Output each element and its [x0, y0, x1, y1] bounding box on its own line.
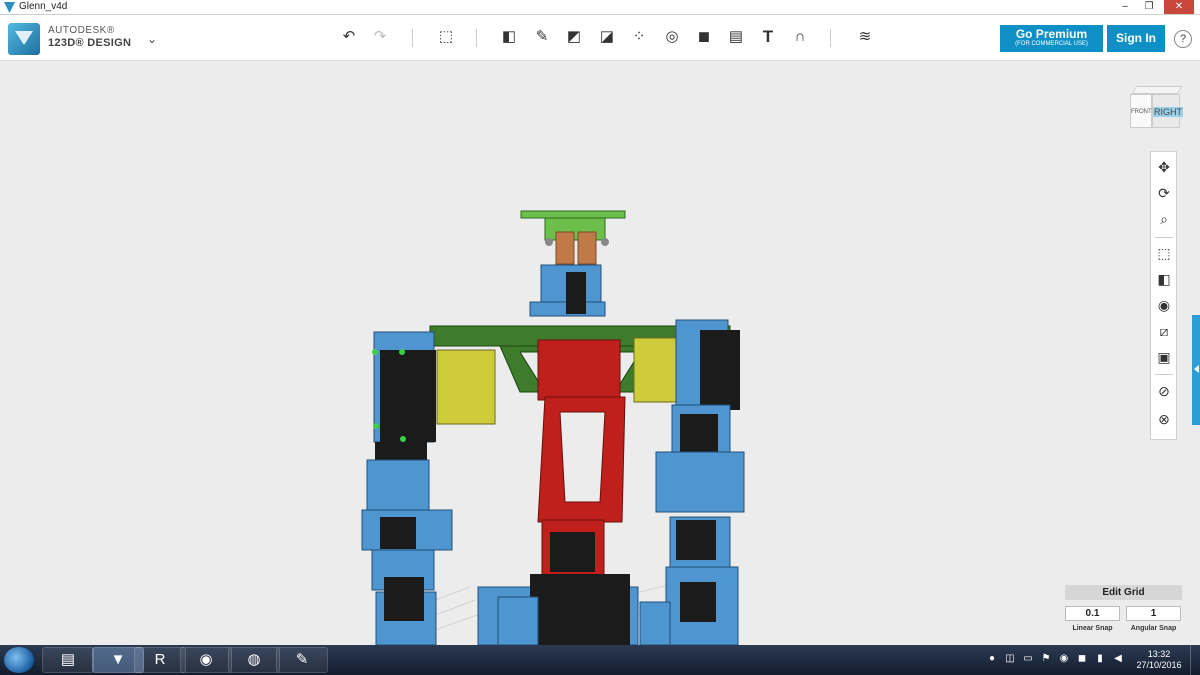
tray-status-icon[interactable]: ◉ [1058, 653, 1070, 665]
modify-icon[interactable]: ◪ [596, 26, 618, 48]
navbar-divider [1155, 237, 1173, 238]
minimize-button[interactable]: – [1114, 0, 1136, 14]
sketch-icon[interactable]: ✎ [531, 26, 553, 48]
paint-icon[interactable]: ✎ [276, 647, 328, 673]
linear-snap-field[interactable]: 0.1 [1065, 606, 1120, 621]
snap-icon[interactable]: ∩ [789, 26, 811, 48]
angular-snap-field[interactable]: 1 [1126, 606, 1181, 621]
go-premium-sublabel: (FOR COMMERCIAL USE) [1015, 41, 1088, 47]
go-premium-button[interactable]: Go Premium (FOR COMMERCIAL USE) [1000, 25, 1103, 52]
rrrr-icon[interactable]: R [134, 647, 186, 673]
linear-snap-label: Linear Snap [1072, 625, 1113, 632]
head-assembly[interactable] [520, 210, 626, 317]
brand-text[interactable]: AUTODESK® 123D® DESIGN [48, 25, 131, 49]
view-cube[interactable]: FRONT RIGHT [1128, 86, 1183, 128]
toolbar-divider [412, 29, 413, 47]
view-cube-top[interactable] [1131, 86, 1183, 94]
chevron-down-icon[interactable]: ⌄ [147, 32, 157, 46]
edit-grid-button[interactable]: Edit Grid [1065, 585, 1182, 600]
visibility-icon[interactable]: ◉ [1153, 294, 1175, 316]
group-icon[interactable]: ◎ [661, 26, 683, 48]
primitives-icon[interactable]: ◧ [498, 26, 520, 48]
undo-icon[interactable]: ↶ [338, 26, 360, 48]
clock-date: 27/10/2016 [1136, 660, 1182, 670]
edit-grid-panel: Edit Grid 0.1 1 Linear Snap Angular Snap [1065, 585, 1182, 637]
view-cube-right-label: RIGHT [1153, 107, 1183, 117]
go-premium-label: Go Premium [1015, 27, 1088, 41]
tray-app2-icon[interactable]: ◼ [1076, 653, 1088, 665]
toolbar-divider [476, 29, 477, 47]
pattern-icon[interactable]: ⁘ [628, 26, 650, 48]
app-icon [4, 2, 15, 13]
close-button[interactable]: ✕ [1164, 0, 1194, 14]
zoom-icon[interactable]: ⌕ [1153, 208, 1175, 230]
robot-model[interactable] [0, 62, 1200, 646]
maximize-button[interactable]: ❐ [1138, 0, 1160, 14]
clock[interactable]: 13:32 27/10/2016 [1136, 649, 1182, 671]
lower-body[interactable] [477, 574, 671, 646]
side-panel-toggle[interactable] [1192, 315, 1200, 425]
fit-icon[interactable]: ⬚ [1153, 242, 1175, 264]
torso-assembly[interactable] [537, 339, 626, 587]
hide-mesh-icon[interactable]: ⊘ [1153, 380, 1175, 402]
view-cube-front[interactable]: FRONT [1130, 94, 1152, 128]
clock-time: 13:32 [1147, 649, 1171, 659]
tray-app-icon[interactable]: ● [986, 653, 998, 665]
orbit-icon[interactable]: ⟳ [1153, 182, 1175, 204]
view-cube-right[interactable]: RIGHT [1152, 94, 1183, 128]
angular-snap-label: Angular Snap [1130, 625, 1177, 632]
volume-icon[interactable]: ◀ [1112, 653, 1124, 665]
3d-viewport[interactable] [0, 62, 1200, 646]
toolbar-divider [830, 29, 831, 47]
transform-icon[interactable]: ⬚ [435, 26, 457, 48]
combine-icon[interactable]: ◼ [693, 26, 715, 48]
left-yellow-bracket[interactable] [436, 349, 496, 425]
pan-icon[interactable]: ✥ [1153, 156, 1175, 178]
explorer-icon[interactable]: ▤ [42, 647, 94, 673]
redo-icon[interactable]: ↷ [369, 26, 391, 48]
construct-icon[interactable]: ◩ [563, 26, 585, 48]
navbar-divider [1155, 374, 1173, 375]
navigation-bar: ✥ ⟳ ⌕ ⬚ ◧ ◉ ⧄ ▣ ⊘ ⊗ [1150, 151, 1177, 440]
eye-app-icon[interactable]: ◉ [180, 647, 232, 673]
window-title: Glenn_v4d [19, 1, 68, 12]
flag-icon[interactable]: ⚑ [1040, 653, 1052, 665]
signal-icon[interactable]: ▮ [1094, 653, 1106, 665]
tray-network-icon[interactable]: ◫ [1004, 653, 1016, 665]
show-desktop-button[interactable] [1190, 645, 1200, 675]
hide-solid-icon[interactable]: ⊗ [1153, 408, 1175, 430]
help-icon[interactable]: ? [1174, 30, 1192, 48]
chrome-icon[interactable]: ◍ [228, 647, 280, 673]
sign-in-button[interactable]: Sign In [1107, 25, 1165, 52]
app-logo[interactable] [8, 23, 40, 55]
tray-display-icon[interactable]: ▭ [1022, 653, 1034, 665]
brand-line-1: AUTODESK® [48, 25, 115, 36]
start-button[interactable] [4, 647, 34, 673]
measure-icon[interactable]: ▤ [725, 26, 747, 48]
brand-line-2: 123D® DESIGN [48, 37, 132, 49]
hide-sketch-icon[interactable]: ⧄ [1153, 320, 1175, 342]
materials-icon[interactable]: ≋ [854, 26, 876, 48]
taskbar: ▤ ▼ R ◉ ◍ ✎ ● ◫ ▭ ⚑ ◉ ◼ ▮ ◀ 13:32 27/10/… [0, 645, 1200, 675]
text-icon[interactable]: T [757, 26, 779, 48]
main-toolbar: AUTODESK® 123D® DESIGN ⌄ ↶ ↷ ⬚ ◧ ✎ ◩ ◪ ⁘… [0, 15, 1200, 61]
title-bar: Glenn_v4d – ❐ ✕ [0, 0, 1200, 15]
camera-icon[interactable]: ▣ [1153, 346, 1175, 368]
views-icon[interactable]: ◧ [1153, 268, 1175, 290]
